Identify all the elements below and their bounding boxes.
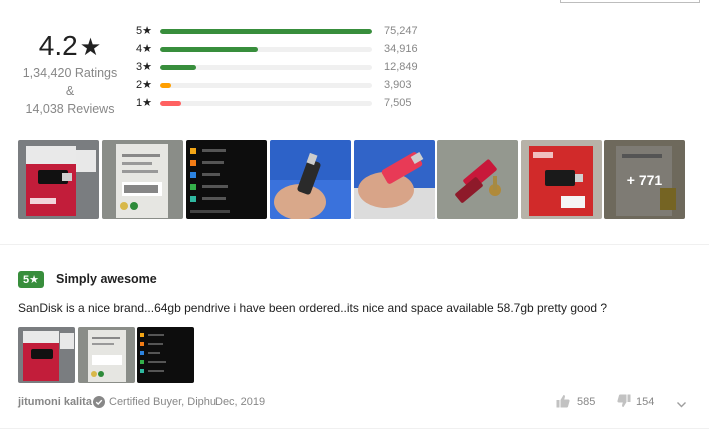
rating-bar-label: 1★ [136,97,152,109]
rating-bar-4: 4★ 34,916 [132,42,422,56]
rating-bar-label: 2★ [136,79,152,91]
section-divider [0,244,709,245]
rating-bar-count: 7,505 [384,97,412,109]
gallery-image-pendrive-red-hand[interactable] [354,140,435,219]
rating-bar-fill [160,47,259,52]
certified-buyer-label: Certified Buyer, Diphu [109,396,216,408]
review-image-pendrive-package[interactable] [18,327,75,383]
gallery-image-pendrive-blue[interactable] [270,140,351,219]
rating-bar-fill [160,29,372,34]
ratings-reviews-separator: & [65,84,75,98]
rating-bar-count: 12,849 [384,61,418,73]
ratings-count: 1,34,420 Ratings [22,66,118,80]
gallery-image-pendrive-box[interactable] [521,140,602,219]
review-divider [0,428,709,429]
rating-bar-label: 3★ [136,61,152,73]
star-icon: ★ [29,274,39,286]
gallery-more-images[interactable]: + 771 [604,140,685,219]
review-title: Simply awesome [56,272,157,286]
reviews-count: 14,038 Reviews [25,102,115,116]
rating-bar-count: 3,903 [384,79,412,91]
rating-bar-track [160,47,372,52]
rating-bar-fill [160,83,172,88]
rating-bar-fill [160,101,182,106]
rating-bar-track [160,101,372,106]
more-images-label: + 771 [604,140,685,219]
rating-bar-fill [160,65,197,70]
check-circle-icon [93,395,105,408]
rating-bar-5: 5★ 75,247 [132,24,422,38]
review-body: SanDisk is a nice brand...64gb pendrive … [18,301,608,315]
dislike-count: 154 [636,396,655,408]
review-image-package-back[interactable] [78,327,135,383]
rating-bar-2: 2★ 3,903 [132,78,422,92]
gallery-image-storage-screenshot[interactable] [186,140,267,219]
gallery-image-pendrive-package[interactable] [18,140,99,219]
thumbs-down-icon[interactable] [617,394,631,408]
star-icon: ★ [79,34,102,61]
rating-bar-count: 75,247 [384,25,418,37]
rating-bar-track [160,65,372,70]
gallery-image-package-back[interactable] [102,140,183,219]
rating-bar-track [160,29,372,34]
average-rating-value: 4.2 [38,30,78,61]
rating-bar-track [160,83,372,88]
review-image-storage-screenshot[interactable] [137,327,194,383]
cropped-panel-edge [560,0,700,3]
thumbs-up-icon[interactable] [556,394,570,408]
reviewer-name: jitumoni kalita [18,396,92,408]
rating-bar-3: 3★ 12,849 [132,60,422,74]
average-rating: 4.2★ [30,30,110,62]
review-date: Dec, 2019 [215,396,266,408]
chevron-down-icon[interactable] [676,397,687,408]
gallery-image-pendrive-keys[interactable] [437,140,518,219]
review-rating-badge: 5 ★ [18,271,44,288]
rating-bar-label: 4★ [136,43,152,55]
rating-bar-count: 34,916 [384,43,418,55]
rating-bar-1: 1★ 7,505 [132,96,422,110]
like-count: 585 [577,396,596,408]
rating-bar-label: 5★ [136,25,152,37]
